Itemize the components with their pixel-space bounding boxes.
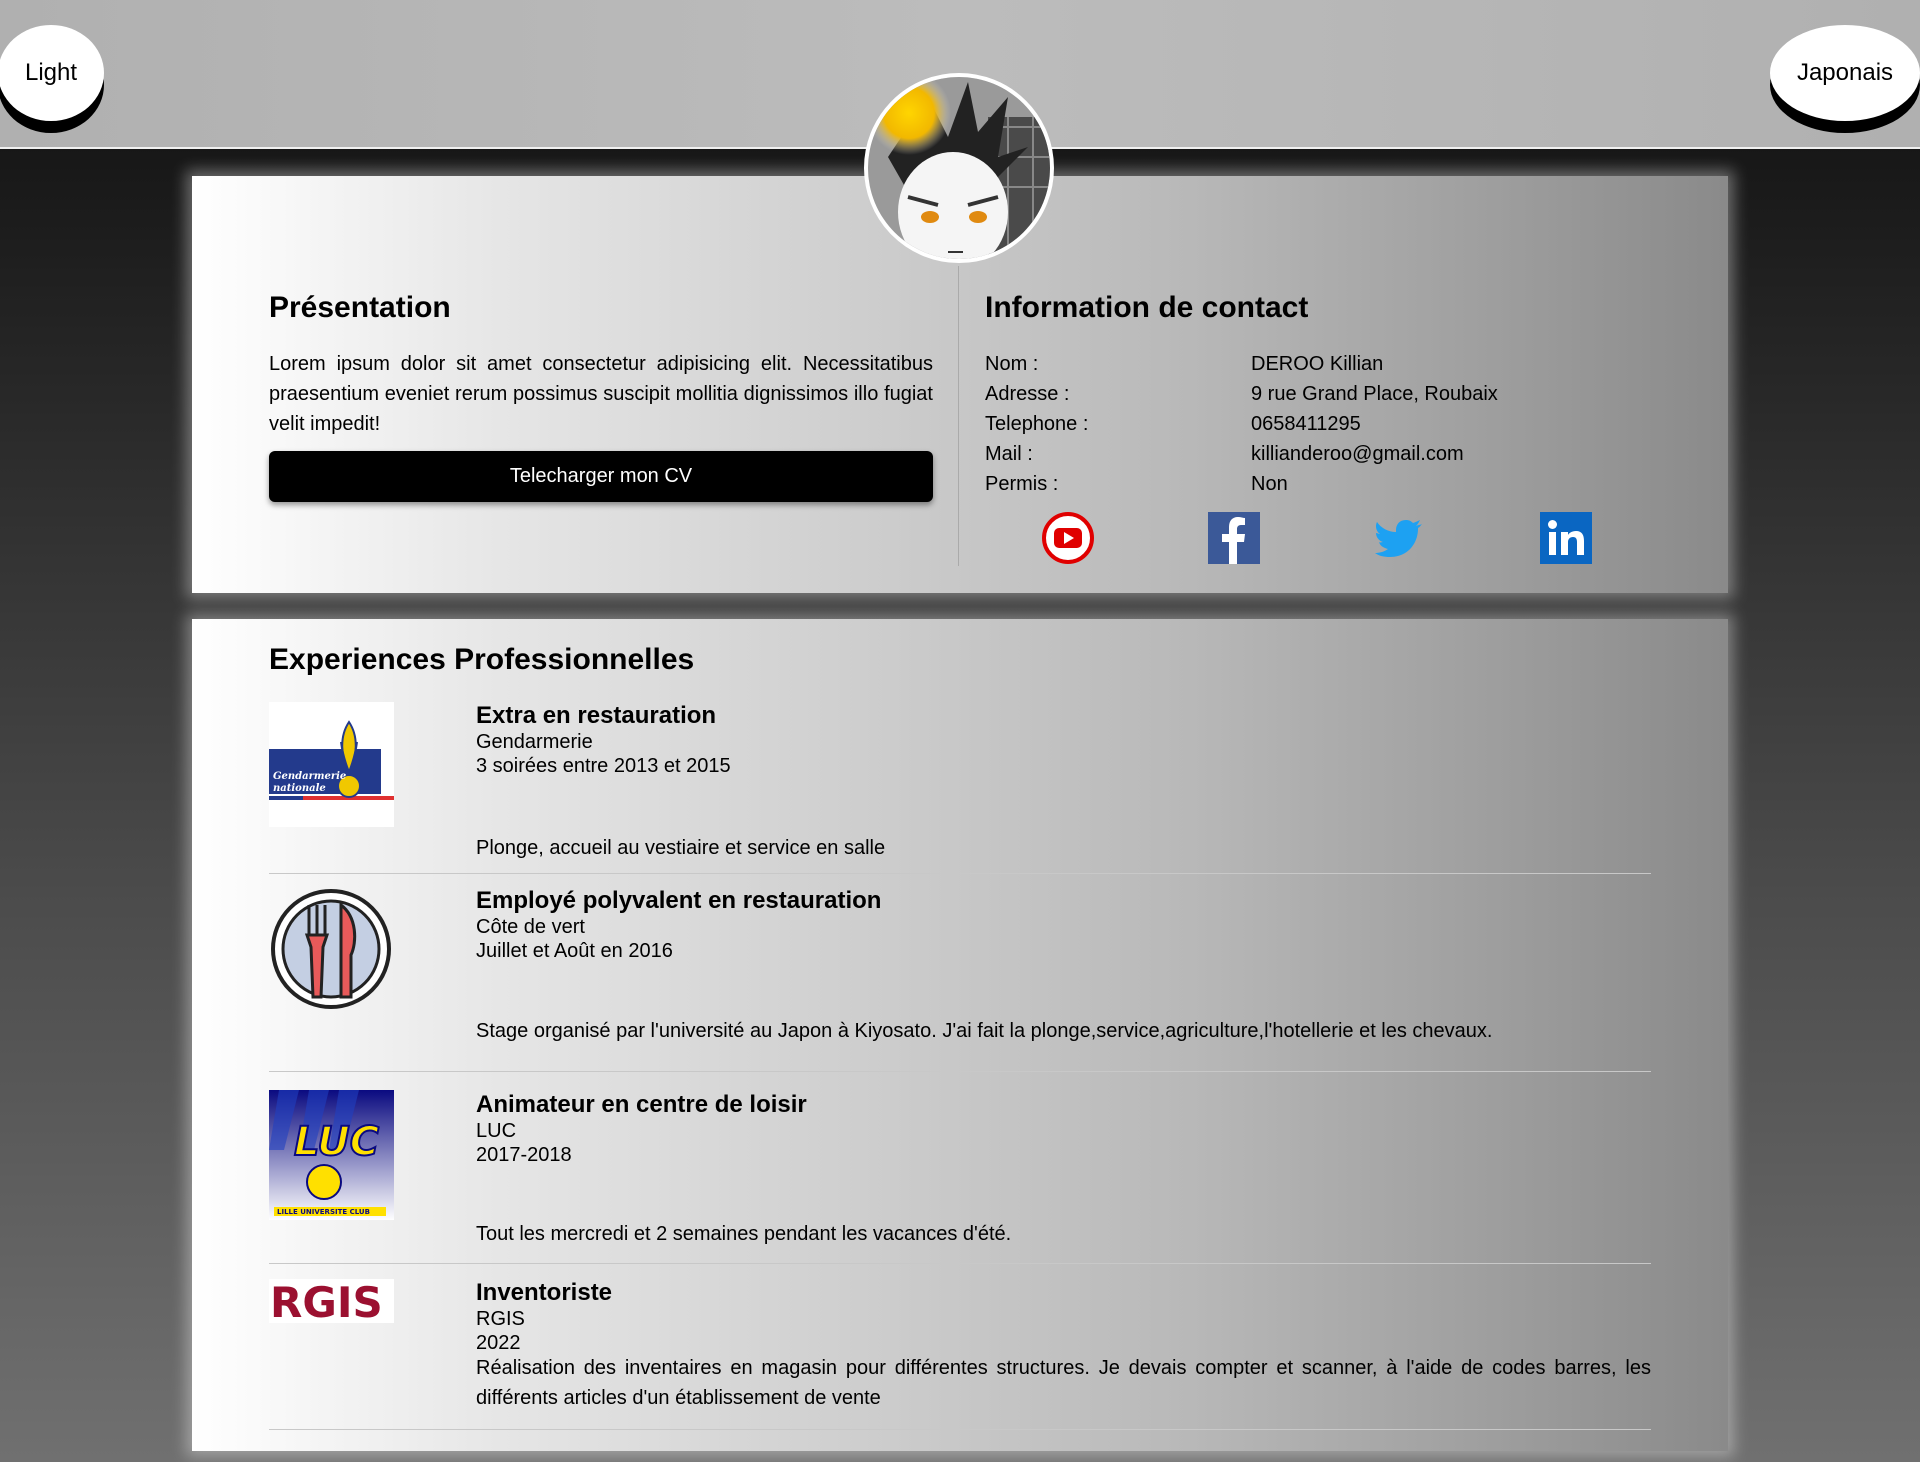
experience-company: LUC xyxy=(476,1120,517,1142)
contact-value: 0658411295 xyxy=(1251,412,1361,435)
restaurant-logo xyxy=(269,887,394,1012)
twitter-icon[interactable] xyxy=(1374,512,1426,564)
section-divider xyxy=(958,266,959,566)
contact-value: DEROO Killian xyxy=(1251,352,1384,375)
presentation-title: Présentation xyxy=(269,291,451,324)
experience-description: Tout les mercredi et 2 semaines pendant … xyxy=(476,1223,1012,1245)
luc-logo-subtitle: LILLE UNIVERSITE CLUB xyxy=(277,1208,370,1216)
rgis-logo: RGIS xyxy=(269,1278,394,1327)
experience-item: Employé polyvalent en restauration Côte … xyxy=(269,887,1651,1072)
contact-row-phone: Telephone : 0658411295 xyxy=(985,409,1498,439)
contact-label: Adresse : xyxy=(985,382,1070,405)
download-cv-button[interactable]: Telecharger mon CV xyxy=(269,451,933,502)
experience-text: Employé polyvalent en restauration Côte … xyxy=(476,887,1651,963)
experience-description: Stage organisé par l'université au Japon… xyxy=(476,1020,1493,1042)
youtube-icon[interactable] xyxy=(1042,512,1094,564)
contact-label: Nom : xyxy=(985,352,1039,375)
experience-text: Animateur en centre de loisir LUC 2017-2… xyxy=(476,1091,1651,1167)
experience-period: 2017-2018 xyxy=(476,1144,572,1166)
contact-label: Permis : xyxy=(985,472,1059,495)
gendarmerie-logo-line-1: Gendarmerie xyxy=(273,771,346,782)
presentation-section: Présentation Lorem ipsum dolor sit amet … xyxy=(269,291,933,502)
experience-description: Réalisation des inventaires en magasin p… xyxy=(476,1357,1651,1409)
experiences-card: Experiences Professionnelles Gendarmerie… xyxy=(192,619,1728,1451)
experience-text: Inventoriste RGIS 2022 xyxy=(476,1279,1651,1355)
contact-value: 9 rue Grand Place, Roubaix xyxy=(1251,382,1498,405)
theme-toggle-button[interactable]: Light xyxy=(0,25,104,121)
experiences-title: Experiences Professionnelles xyxy=(269,643,695,676)
experience-role: Employé polyvalent en restauration xyxy=(476,887,882,914)
contact-table: Nom : DEROO Killian Adresse : 9 rue Grand … xyxy=(985,349,1498,499)
luc-logo-text: LUC xyxy=(294,1119,379,1165)
experience-period: 2022 xyxy=(476,1332,521,1354)
presentation-text: Lorem ipsum dolor sit amet consectetur a… xyxy=(269,353,933,435)
experience-period: 3 soirées entre 2013 et 2015 xyxy=(476,755,731,777)
gendarmerie-logo: Gendarmerie nationale xyxy=(269,702,394,827)
experience-description: Plonge, accueil au vestiaire et service … xyxy=(476,837,886,859)
linkedin-icon[interactable] xyxy=(1540,512,1592,564)
experience-company: Côte de vert xyxy=(476,916,585,938)
experience-company: RGIS xyxy=(476,1308,525,1330)
experience-item: Gendarmerie nationale Extra en restaurat… xyxy=(269,702,1651,874)
experience-text: Extra en restauration Gendarmerie 3 soir… xyxy=(476,702,1651,778)
contact-label: Mail : xyxy=(985,442,1033,465)
avatar xyxy=(864,73,1054,263)
experience-period: Juillet et Août en 2016 xyxy=(476,940,673,962)
contact-row-license: Permis : Non xyxy=(985,469,1498,499)
experience-role: Inventoriste xyxy=(476,1279,613,1306)
contact-value: Non xyxy=(1251,472,1288,495)
contact-title: Information de contact xyxy=(985,291,1309,324)
contact-row-mail: Mail : killianderoo@gmail.com xyxy=(985,439,1498,469)
experience-item: RGIS Inventoriste RGIS 2022 Réalisation … xyxy=(269,1265,1651,1430)
language-toggle-button[interactable]: Japonais xyxy=(1770,25,1920,121)
experience-company: Gendarmerie xyxy=(476,731,593,753)
contact-value: killianderoo@gmail.com xyxy=(1251,442,1464,465)
contact-row-name: Nom : DEROO Killian xyxy=(985,349,1498,379)
social-links xyxy=(1042,512,1602,564)
experience-role: Animateur en centre de loisir xyxy=(476,1091,807,1118)
contact-row-address: Adresse : 9 rue Grand Place, Roubaix xyxy=(985,379,1498,409)
contact-label: Telephone : xyxy=(985,412,1089,435)
gendarmerie-logo-line-2: nationale xyxy=(273,783,326,794)
luc-logo: LUC LILLE UNIVERSITE CLUB xyxy=(269,1090,394,1220)
facebook-icon[interactable] xyxy=(1208,512,1260,564)
rgis-logo-text: RGIS xyxy=(270,1279,383,1323)
experience-role: Extra en restauration xyxy=(476,702,717,729)
contact-section: Information de contact Nom : DEROO Killia… xyxy=(985,291,1625,499)
experience-item: LUC LILLE UNIVERSITE CLUB Animateur en c… xyxy=(269,1073,1651,1264)
